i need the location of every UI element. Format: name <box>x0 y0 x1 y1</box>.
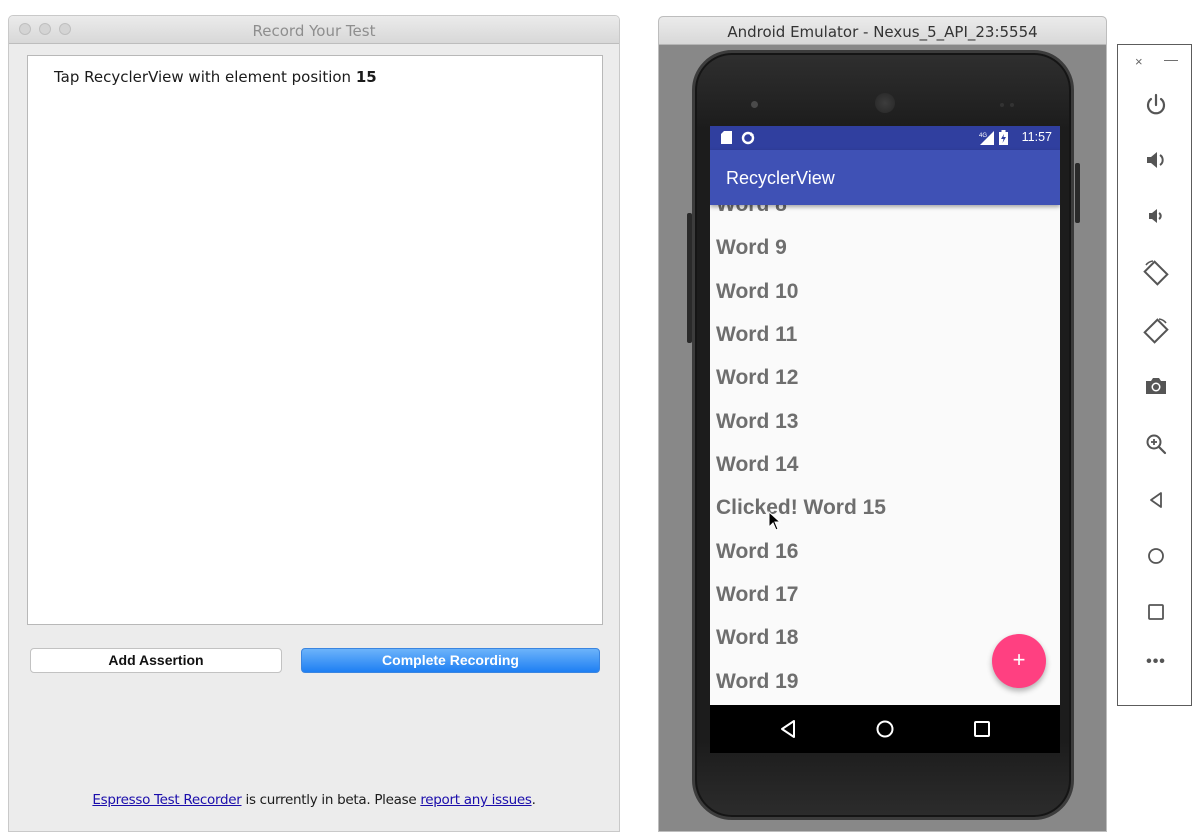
power-icon[interactable] <box>1142 91 1170 119</box>
camera-icon[interactable] <box>1142 372 1170 400</box>
list-item[interactable]: Word 14 <box>716 453 798 477</box>
add-assertion-button[interactable]: Add Assertion <box>30 648 282 673</box>
emulator-window: Android Emulator - Nexus_5_API_23:5554 4… <box>658 16 1107 832</box>
recorded-event[interactable]: Tap RecyclerView with element position 1… <box>54 68 377 86</box>
list-item[interactable]: Word 19 <box>716 670 798 694</box>
emulator-toolbar: × — ••• <box>1117 44 1192 706</box>
more-options-button[interactable]: ••• <box>1142 653 1170 671</box>
phone-frame: 4G 11:57 RecyclerView Word 8 Word 9 Word… <box>687 50 1080 820</box>
complete-recording-button[interactable]: Complete Recording <box>301 648 600 673</box>
nav-recents-icon[interactable] <box>970 717 994 741</box>
list-item[interactable]: Word 12 <box>716 366 798 390</box>
status-bar: 4G 11:57 <box>710 126 1060 150</box>
beta-notice-end: . <box>531 792 536 808</box>
earpiece-speaker <box>875 93 895 113</box>
signal-icon: 4G <box>979 131 994 145</box>
phone-side-button <box>687 213 692 343</box>
beta-notice-text: is currently in beta. Please <box>241 792 421 808</box>
nav-back-icon[interactable] <box>776 717 800 741</box>
back-icon[interactable] <box>1142 486 1170 514</box>
home-icon[interactable] <box>1142 542 1170 570</box>
list-item[interactable]: Word 10 <box>716 280 798 304</box>
overview-icon[interactable] <box>1142 598 1170 626</box>
mouse-cursor-icon <box>768 511 782 531</box>
phone-power-button <box>1075 163 1080 223</box>
sd-card-icon <box>721 131 732 144</box>
recorded-events-list[interactable]: Tap RecyclerView with element position 1… <box>27 55 603 625</box>
recycler-view[interactable]: Word 8 Word 9 Word 10 Word 11 Word 12 Wo… <box>710 205 1060 705</box>
record-window-titlebar[interactable]: Record Your Test <box>9 16 619 44</box>
sync-icon <box>741 131 755 145</box>
device-screen[interactable]: 4G 11:57 RecyclerView Word 8 Word 9 Word… <box>710 126 1060 753</box>
list-item[interactable]: Word 8 <box>716 205 787 217</box>
record-window-title: Record Your Test <box>252 22 376 40</box>
rotate-right-icon[interactable] <box>1142 317 1170 345</box>
record-test-window: Record Your Test Tap RecyclerView with e… <box>8 15 620 832</box>
light-sensor <box>1010 103 1014 107</box>
emulator-title: Android Emulator - Nexus_5_API_23:5554 <box>727 23 1038 41</box>
toolbar-minimize-button[interactable]: — <box>1164 51 1178 67</box>
app-toolbar: RecyclerView <box>710 150 1060 205</box>
battery-icon <box>999 130 1008 145</box>
volume-up-icon[interactable] <box>1142 146 1170 174</box>
nav-home-icon[interactable] <box>873 717 897 741</box>
list-item[interactable]: Word 13 <box>716 410 798 434</box>
list-item-clicked[interactable]: Clicked! Word 15 <box>716 496 886 520</box>
list-item[interactable]: Word 11 <box>716 323 797 347</box>
emulator-titlebar[interactable]: Android Emulator - Nexus_5_API_23:5554 <box>659 17 1106 45</box>
list-item[interactable]: Word 18 <box>716 626 798 650</box>
list-item[interactable]: Word 9 <box>716 236 787 260</box>
rotate-left-icon[interactable] <box>1142 259 1170 287</box>
android-nav-bar <box>710 705 1060 753</box>
zoom-icon[interactable] <box>1142 430 1170 458</box>
list-item[interactable]: Word 16 <box>716 540 798 564</box>
proximity-sensor <box>1000 103 1004 107</box>
volume-down-icon[interactable] <box>1142 202 1170 230</box>
front-camera <box>751 101 758 108</box>
status-time: 11:57 <box>1021 130 1052 144</box>
svg-text:4G: 4G <box>979 133 987 139</box>
list-item[interactable]: Word 17 <box>716 583 798 607</box>
floating-action-button[interactable]: + <box>992 634 1046 688</box>
app-title: RecyclerView <box>726 168 835 188</box>
report-issues-link[interactable]: report any issues <box>420 792 532 808</box>
espresso-recorder-link[interactable]: Espresso Test Recorder <box>92 792 241 808</box>
event-text: Tap RecyclerView with element position <box>54 68 356 86</box>
beta-notice: Espresso Test Recorder is currently in b… <box>9 792 619 808</box>
toolbar-close-button[interactable]: × <box>1135 54 1143 69</box>
event-value: 15 <box>355 68 377 86</box>
